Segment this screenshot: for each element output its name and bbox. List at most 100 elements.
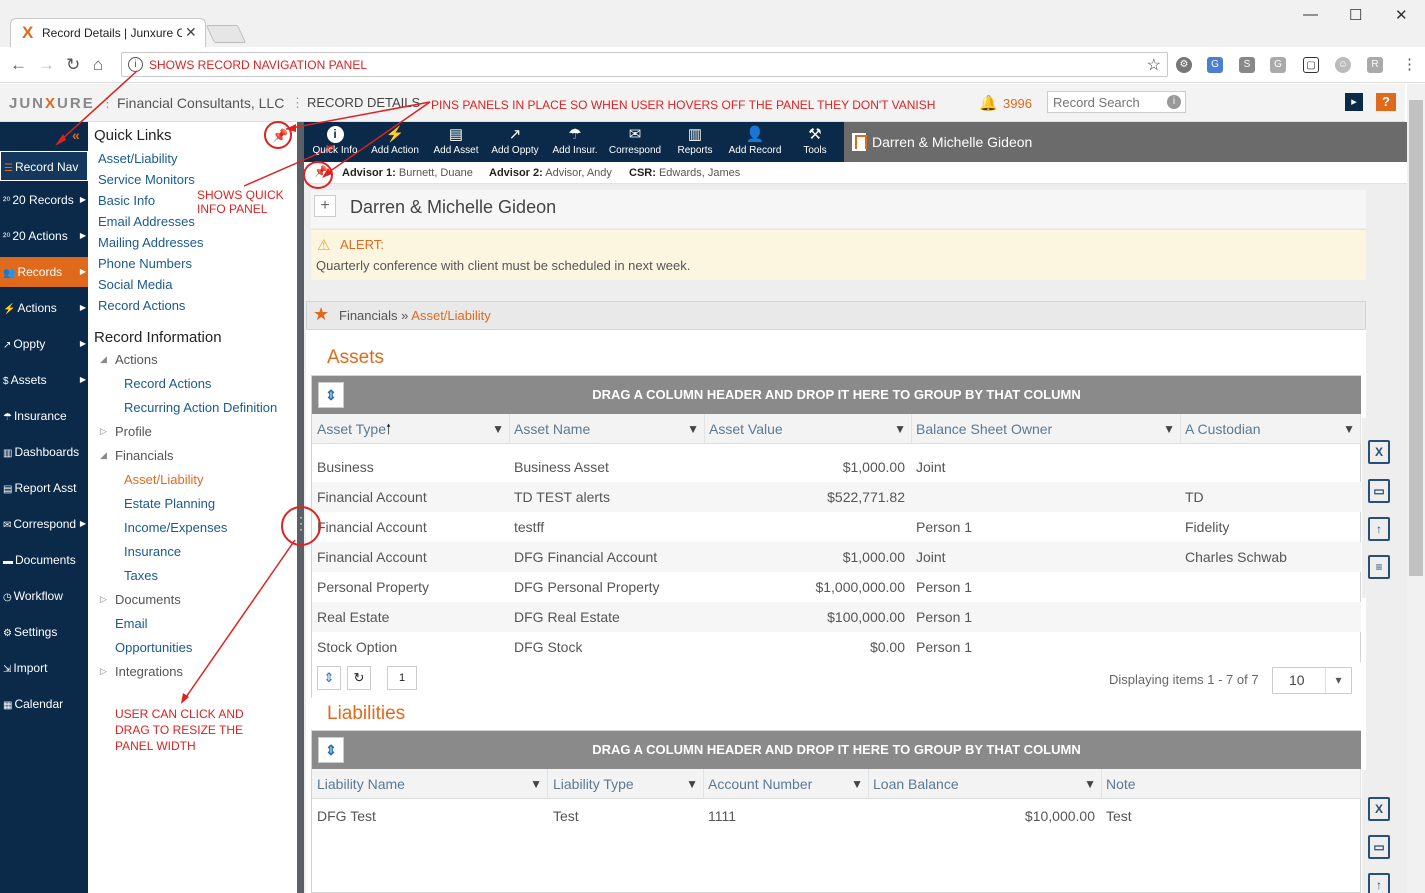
quick-link-social-media[interactable]: Social Media — [98, 277, 172, 292]
quick-link-phone-numbers[interactable]: Phone Numbers — [98, 256, 192, 271]
browser-menu-icon[interactable]: ⋮ — [1402, 55, 1417, 73]
breadcrumb-current[interactable]: Asset/Liability — [411, 308, 490, 323]
nav-item-assets[interactable]: $ Assets ▶ — [0, 365, 88, 395]
toolbar-add-insur--button[interactable]: ☂ Add Insur. — [546, 122, 604, 162]
bell-icon[interactable]: 🔔 — [979, 94, 998, 112]
refresh-icon[interactable]: ↻ — [347, 666, 371, 690]
tree-record-actions[interactable]: Record Actions — [124, 376, 211, 391]
nav-item-records[interactable]: 👥 Records ▶ — [0, 257, 88, 287]
close-window-icon[interactable]: ✕ — [1395, 6, 1408, 24]
nav-item-dashboards[interactable]: ▥ Dashboards — [0, 437, 88, 467]
quick-link-email-addresses[interactable]: Email Addresses — [98, 214, 195, 229]
bookmark-star-icon[interactable]: ☆ — [1147, 55, 1161, 75]
collapsed-icon[interactable]: ▷ — [100, 426, 107, 437]
expand-collapse-icon[interactable]: ⇕ — [318, 382, 344, 408]
table-row[interactable]: Financial Account DFG Financial Account $1… — [312, 542, 1361, 572]
toolbar-add-oppty-button[interactable]: ↗ Add Oppty — [486, 122, 544, 162]
column-header[interactable]: Account Number ▼ — [703, 769, 869, 799]
nav-item-calendar[interactable]: ▦ Calendar — [0, 689, 88, 719]
tree-integrations[interactable]: Integrations — [115, 664, 183, 679]
tree-estate-planning[interactable]: Estate Planning — [124, 496, 215, 511]
toolbar-tools-button[interactable]: ⚒ Tools — [786, 122, 844, 162]
info-icon[interactable]: i — [128, 57, 143, 72]
toolbar-add-action-button[interactable]: ⚡ Add Action — [366, 122, 424, 162]
tree-recurring-action[interactable]: Recurring Action Definition — [124, 400, 277, 415]
bookmark-icon[interactable] — [852, 133, 867, 151]
extension-face-icon[interactable]: ☺ — [1335, 57, 1351, 73]
help-icon[interactable]: ? — [1376, 93, 1396, 111]
tree-income-expenses[interactable]: Income/Expenses — [124, 520, 227, 535]
tree-financials[interactable]: Financials — [115, 448, 174, 463]
browser-tab[interactable]: X Record Details | Junxure C ✕ — [10, 18, 206, 47]
quick-link-asset-liability[interactable]: Asset/Liability — [98, 151, 177, 166]
page-number-button[interactable]: 1 — [387, 666, 417, 690]
nav-item-correspond[interactable]: ✉ Correspond ▶ — [0, 509, 88, 539]
quick-link-service-monitors[interactable]: Service Monitors — [98, 172, 195, 187]
tree-documents[interactable]: Documents — [115, 592, 181, 607]
filter-icon[interactable]: ▼ — [851, 769, 863, 799]
table-row[interactable]: Personal Property DFG Personal Property $1… — [312, 572, 1361, 602]
filter-icon[interactable]: ▼ — [1163, 414, 1175, 444]
table-row[interactable]: Business Business Asset $1,000.00 Joint — [312, 452, 1361, 482]
column-header[interactable]: Asset Value ▼ — [704, 414, 912, 444]
nav-item-settings[interactable]: ⚙ Settings — [0, 617, 88, 647]
extension-g-icon[interactable]: G — [1270, 57, 1286, 73]
collapsed-icon[interactable]: ▷ — [100, 594, 107, 605]
quick-link-record-actions[interactable]: Record Actions — [98, 298, 185, 313]
save-icon[interactable]: ▭ — [1368, 479, 1390, 503]
document-icon[interactable]: ≡ — [1368, 555, 1390, 579]
address-bar[interactable]: i SHOWS RECORD NAVIGATION PANEL ☆ — [121, 52, 1168, 77]
reload-icon[interactable]: ↻ — [66, 55, 80, 75]
filter-icon[interactable]: ▼ — [686, 769, 698, 799]
tree-profile[interactable]: Profile — [115, 424, 152, 439]
close-tab-icon[interactable]: ✕ — [185, 24, 197, 41]
chevron-down-icon[interactable]: ▾ — [1325, 668, 1351, 693]
expanded-icon[interactable]: ◢ — [100, 450, 107, 461]
record-search-input[interactable] — [1048, 92, 1163, 112]
nav-item-workflow[interactable]: ◷ Workflow — [0, 581, 88, 611]
record-search[interactable]: i — [1047, 91, 1186, 113]
save-icon[interactable]: ▭ — [1368, 835, 1390, 859]
nav-item-record-nav[interactable]: ☰ Record Nav — [0, 151, 88, 181]
group-drop-area[interactable]: DRAG A COLUMN HEADER AND DROP IT HERE TO… — [312, 731, 1361, 769]
toolbar-add-asset-button[interactable]: ▤ Add Asset — [427, 122, 485, 162]
column-header[interactable]: Loan Balance ▼ — [868, 769, 1102, 799]
nav-item-20-records[interactable]: ²⁰ 20 Records ▶ — [0, 185, 88, 215]
filter-icon[interactable]: ▼ — [894, 414, 906, 444]
expand-plus-button[interactable]: + — [314, 195, 336, 217]
extension-translate-icon[interactable]: G — [1207, 57, 1223, 73]
expand-collapse-icon[interactable]: ⇕ — [318, 737, 344, 763]
search-info-icon[interactable]: i — [1167, 95, 1181, 109]
filter-icon[interactable]: ▼ — [1084, 769, 1096, 799]
expand-collapse-icon[interactable]: ⇕ — [317, 666, 341, 690]
nav-item-documents[interactable]: ▬ Documents — [0, 545, 88, 575]
nav-item-20-actions[interactable]: ²⁰ 20 Actions ▶ — [0, 221, 88, 251]
table-row[interactable]: Real Estate DFG Real Estate $100,000.00 Per… — [312, 602, 1361, 632]
collapse-nav-icon[interactable]: « — [72, 127, 80, 143]
quick-link-basic-info[interactable]: Basic Info — [98, 193, 155, 208]
excel-export-icon[interactable]: X — [1368, 797, 1390, 821]
toolbar-quick-info-button[interactable]: i Quick Info — [306, 122, 364, 162]
quick-link-mailing-addresses[interactable]: Mailing Addresses — [98, 235, 204, 250]
tree-insurance[interactable]: Insurance — [124, 544, 181, 559]
nav-item-report-asst[interactable]: ▤ Report Asst — [0, 473, 88, 503]
nav-item-insurance[interactable]: ☂ Insurance — [0, 401, 88, 431]
group-drop-area[interactable]: DRAG A COLUMN HEADER AND DROP IT HERE TO… — [312, 376, 1361, 414]
user-menu-icon[interactable]: ▸ — [1345, 93, 1363, 111]
nav-item-oppty[interactable]: ↗ Oppty ▶ — [0, 329, 88, 359]
upload-icon[interactable]: ↑ — [1368, 517, 1390, 541]
filter-icon[interactable]: ▼ — [1343, 414, 1355, 444]
notification-count[interactable]: 3996 — [1003, 96, 1032, 111]
tree-email[interactable]: Email — [115, 616, 148, 631]
table-row[interactable]: Stock Option DFG Stock $0.00 Person 1 — [312, 632, 1361, 662]
filter-icon[interactable]: ▼ — [492, 414, 504, 444]
maximize-icon[interactable]: ☐ — [1349, 6, 1362, 24]
nav-item-actions[interactable]: ⚡ Actions ▶ — [0, 293, 88, 323]
excel-export-icon[interactable]: X — [1368, 440, 1390, 464]
scrollbar-thumb[interactable] — [1409, 100, 1423, 576]
extension-screen-icon[interactable]: ▢ — [1303, 57, 1319, 73]
filter-icon[interactable]: ▼ — [530, 769, 542, 799]
toolbar-add-record-button[interactable]: 👤 Add Record — [726, 122, 784, 162]
toolbar-correspond-button[interactable]: ✉ Correspond — [606, 122, 664, 162]
upload-icon[interactable]: ↑ — [1368, 873, 1390, 893]
